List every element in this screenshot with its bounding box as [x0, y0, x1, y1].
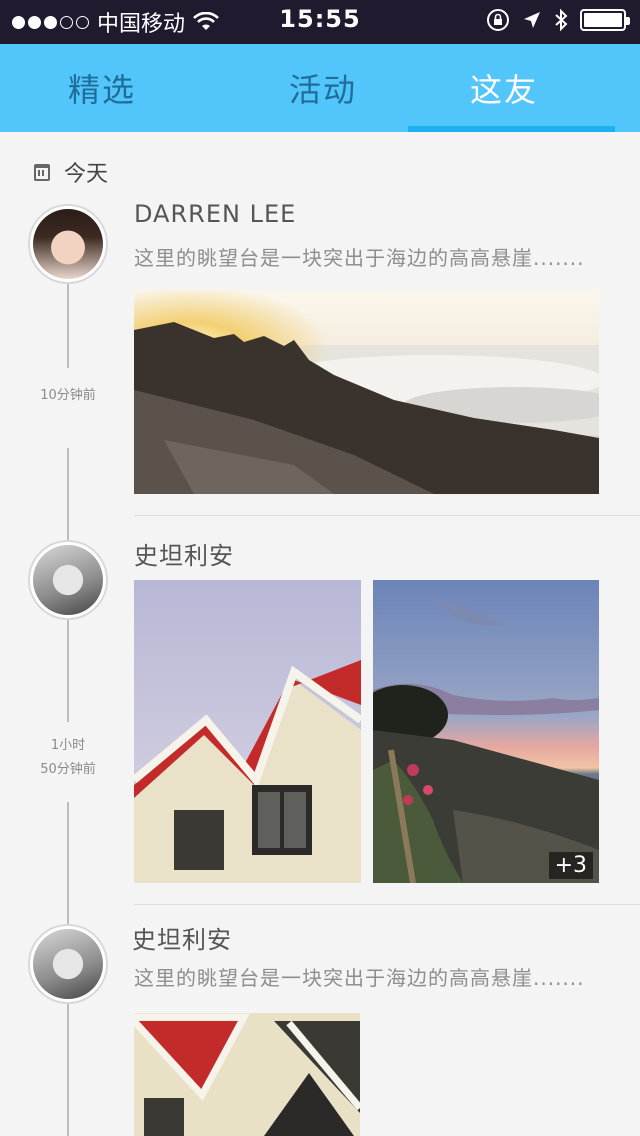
calendar-icon — [34, 163, 50, 181]
post-photo[interactable] — [134, 290, 599, 494]
location-arrow-icon — [524, 12, 540, 28]
post-time-line2: 50分钟前 — [20, 758, 116, 782]
day-header: 今天 — [34, 156, 108, 188]
avatar[interactable] — [28, 924, 108, 1004]
status-bar: 中国移动 15:55 — [0, 0, 640, 44]
rotation-lock-icon — [487, 9, 509, 31]
top-tab-bar: 精选 活动 这友 — [0, 44, 640, 132]
user-photo-icon — [33, 209, 103, 279]
tab-featured[interactable]: 精选 — [0, 44, 238, 132]
avatar[interactable] — [28, 540, 108, 620]
post-username[interactable]: 史坦利安 — [132, 920, 232, 955]
timeline-line — [67, 802, 69, 924]
day-label: 今天 — [64, 162, 109, 187]
post-username[interactable]: DARREN LEE — [134, 200, 296, 228]
battery-icon — [580, 9, 630, 31]
post-divider — [134, 904, 640, 905]
timeline-line — [67, 1002, 69, 1136]
user-photo-icon — [33, 545, 103, 615]
post-time: 10分钟前 — [20, 384, 116, 408]
post-description: 这里的眺望台是一块突出于海边的高高悬崖....... — [134, 246, 585, 270]
post-photo[interactable]: +3 — [373, 580, 599, 883]
timeline-line — [67, 618, 69, 722]
post-photo[interactable] — [134, 1013, 360, 1136]
post-username[interactable]: 史坦利安 — [134, 536, 234, 571]
timeline-line — [67, 284, 69, 368]
post-divider — [134, 515, 640, 516]
timeline-line — [67, 448, 69, 540]
post-photo[interactable] — [134, 580, 361, 883]
post-description: 这里的眺望台是一块突出于海边的高高悬崖....... — [134, 966, 585, 990]
more-photos-badge[interactable]: +3 — [548, 852, 593, 879]
tab-friends[interactable]: 这友 — [408, 44, 640, 132]
user-photo-icon — [33, 929, 103, 999]
status-right — [486, 8, 630, 32]
avatar[interactable] — [28, 204, 108, 284]
bluetooth-icon — [555, 8, 568, 32]
tab-activities[interactable]: 活动 — [238, 44, 408, 132]
post-time-line1: 1小时 — [20, 734, 116, 758]
